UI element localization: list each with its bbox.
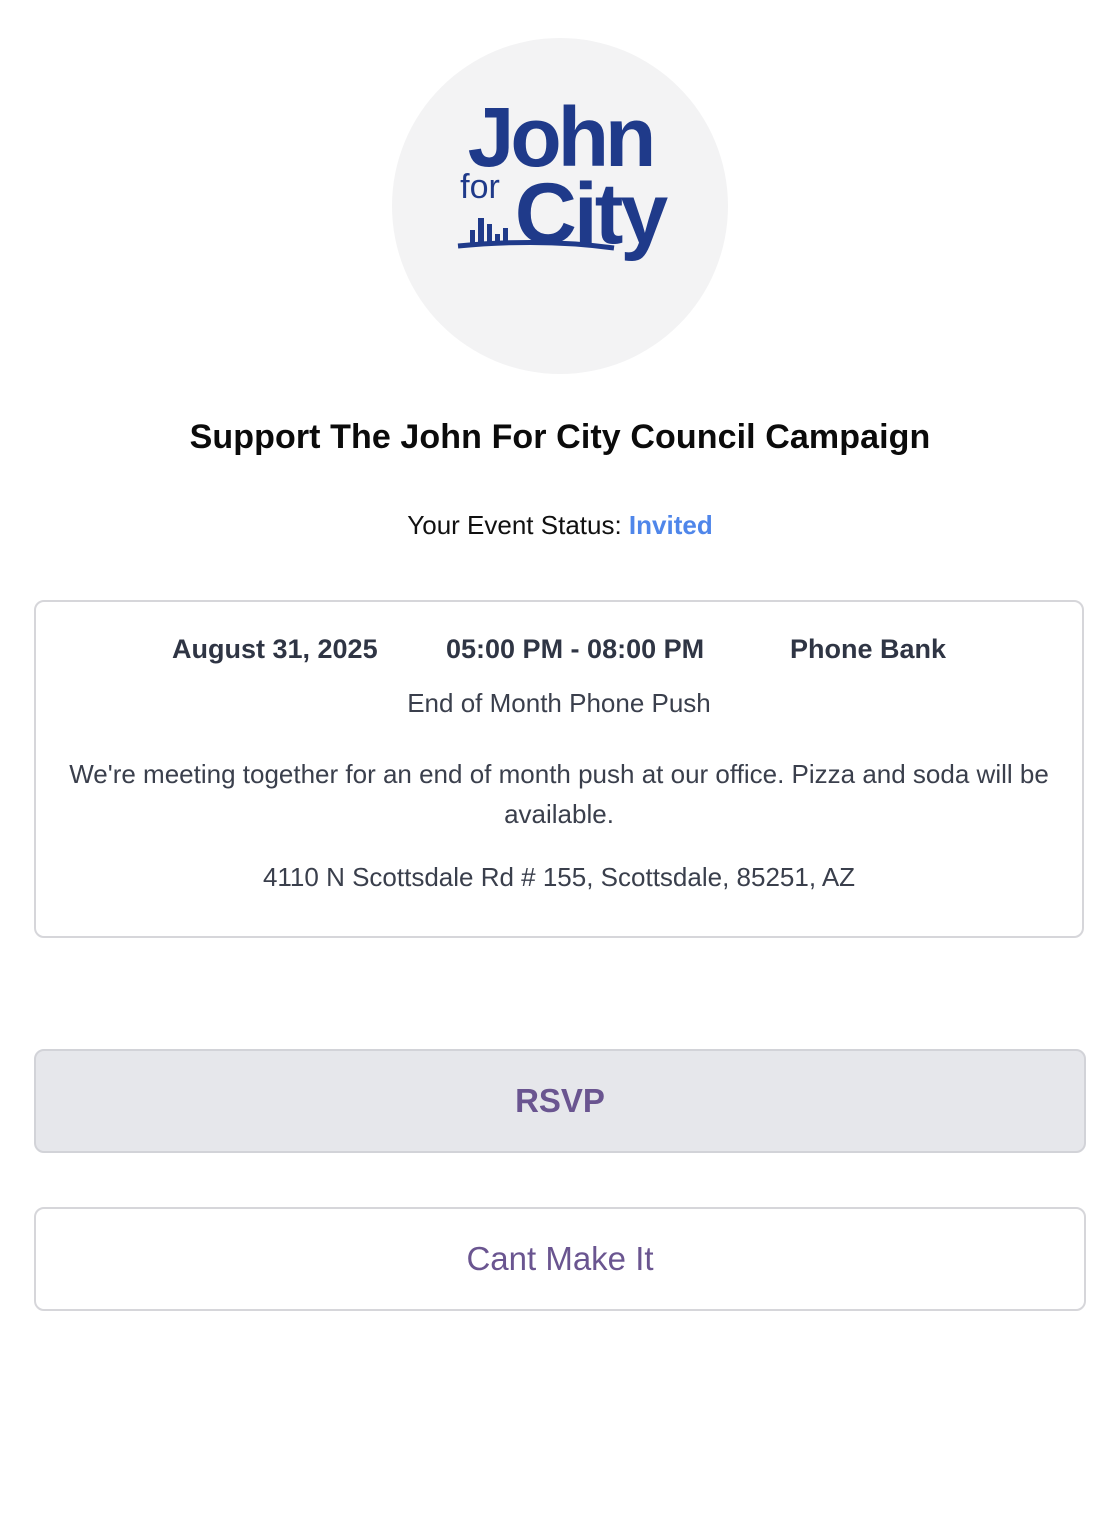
rsvp-button[interactable]: RSVP: [34, 1049, 1086, 1153]
event-description: We're meeting together for an end of mon…: [69, 759, 1049, 829]
event-meta-row: August 31, 2025 05:00 PM - 08:00 PM Phon…: [36, 634, 1082, 670]
event-address: 4110 N Scottsdale Rd # 155, Scottsdale, …: [262, 862, 856, 892]
event-name: End of Month Phone Push: [407, 688, 711, 718]
event-status-line: Your Event Status: Invited: [0, 510, 1120, 541]
event-date: August 31, 2025: [172, 634, 378, 664]
campaign-logo-graphic: John for City: [457, 90, 671, 262]
event-status-label: Your Event Status:: [407, 510, 629, 540]
event-type: Phone Bank: [790, 634, 947, 664]
cant-make-it-button[interactable]: Cant Make It: [34, 1207, 1086, 1311]
campaign-logo: John for City: [392, 38, 728, 374]
event-time: 05:00 PM - 08:00 PM: [446, 634, 705, 664]
page-title: Support The John For City Council Campai…: [189, 418, 931, 456]
event-details-card: August 31, 2025 05:00 PM - 08:00 PM Phon…: [34, 600, 1084, 938]
city-skyline-icon: [470, 218, 508, 244]
logo-text-for: for: [460, 168, 500, 206]
event-status-badge: Invited: [628, 510, 713, 540]
